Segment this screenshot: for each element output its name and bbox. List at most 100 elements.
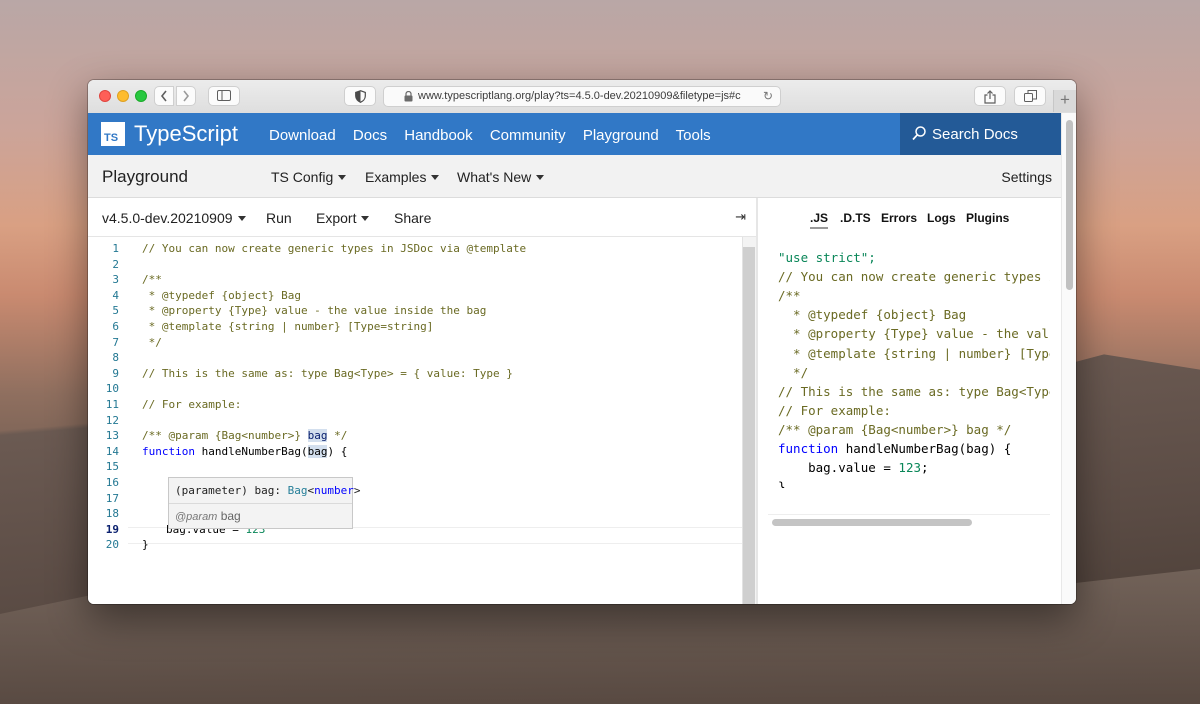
- tooltip-sig-arg: number: [314, 484, 354, 497]
- tooltip-sig-prefix: (parameter) bag:: [175, 484, 288, 497]
- examples-label: Examples: [365, 169, 427, 185]
- line-text: // For example:: [142, 397, 241, 413]
- output-line: // For example:: [778, 402, 891, 418]
- tab-js[interactable]: .JS: [810, 211, 829, 229]
- whats-new-menu[interactable]: What's New: [457, 169, 545, 185]
- tab-dts[interactable]: .D.TS: [840, 211, 871, 225]
- back-button[interactable]: [154, 86, 174, 106]
- js-output: "use strict"; // You can now create gener…: [778, 248, 1050, 488]
- forward-button[interactable]: [176, 86, 196, 106]
- keyword-token: function: [778, 441, 839, 456]
- export-menu[interactable]: Export: [316, 210, 370, 226]
- minimize-window-button[interactable]: [117, 90, 129, 102]
- nav-docs[interactable]: Docs: [353, 127, 387, 144]
- code-text: /** @param {Bag<number>}: [142, 429, 308, 443]
- output-line: }: [778, 479, 786, 488]
- search-docs-button[interactable]: Search Docs: [900, 113, 1062, 155]
- share-playground-button[interactable]: Share: [394, 210, 431, 226]
- line-text: * @property {Type} value - the value ins…: [142, 303, 487, 319]
- code-line: 15: [88, 459, 728, 475]
- line-number: 8: [112, 351, 119, 365]
- code-text: // This is the same as: type Bag<Type> =…: [142, 366, 513, 380]
- search-icon: [912, 126, 926, 141]
- reload-icon[interactable]: ↻: [763, 89, 773, 103]
- editor-toolbar: v4.5.0-dev.20210909 Run Export Share ⇥: [88, 198, 756, 237]
- typescript-logo-icon[interactable]: TS: [101, 122, 125, 146]
- browser-toolbar: www.typescriptlang.org/play?ts=4.5.0-dev…: [88, 80, 1076, 114]
- output-scroll-divider: [768, 514, 1050, 515]
- tooltip-separator: [169, 503, 352, 504]
- output-line: "use strict";: [778, 250, 876, 265]
- whats-new-label: What's New: [457, 169, 532, 185]
- collapse-panel-icon[interactable]: ⇥: [735, 209, 746, 225]
- export-label: Export: [316, 210, 357, 226]
- code-line: 9 // This is the same as: type Bag<Type> …: [88, 366, 728, 382]
- chevron-down-icon: [431, 175, 440, 180]
- line-number: 7: [112, 335, 119, 349]
- tab-logs[interactable]: Logs: [927, 211, 956, 225]
- nav-community[interactable]: Community: [490, 127, 566, 144]
- privacy-report-button[interactable]: [344, 86, 376, 106]
- output-line: * @template {string | number} [Type=: [778, 345, 1050, 361]
- chevron-left-icon: [160, 90, 167, 102]
- param-token: bag: [307, 444, 328, 458]
- run-button[interactable]: Run: [266, 210, 292, 226]
- nav-playground[interactable]: Playground: [583, 127, 659, 144]
- site-nav: Download Docs Handbook Community Playgro…: [269, 127, 724, 144]
- output-line: * @typedef {object} Bag: [778, 307, 967, 323]
- keyword-token: function: [142, 444, 195, 458]
- code-text: }: [142, 538, 149, 552]
- zoom-window-button[interactable]: [135, 90, 147, 102]
- output-line: bag.value = 123;: [778, 458, 928, 477]
- pane-divider[interactable]: [756, 198, 758, 604]
- share-button[interactable]: [974, 86, 1006, 106]
- tab-errors[interactable]: Errors: [881, 211, 917, 225]
- lock-icon: [404, 91, 413, 102]
- brace-token: ) {: [327, 444, 348, 458]
- site-name[interactable]: TypeScript: [134, 121, 238, 147]
- code-line: 3 /**: [88, 272, 728, 288]
- code-text: * @template {string | number} [Type=stri…: [142, 320, 434, 333]
- line-number: 12: [105, 413, 119, 427]
- number-token: 123: [898, 460, 921, 476]
- ts-config-label: TS Config: [271, 169, 334, 185]
- nav-download[interactable]: Download: [269, 127, 336, 144]
- nav-handbook[interactable]: Handbook: [404, 127, 472, 144]
- sidebar-toggle-button[interactable]: [208, 86, 240, 106]
- tab-overview-button[interactable]: [1014, 86, 1046, 106]
- tab-plugins[interactable]: Plugins: [966, 211, 1009, 225]
- url-text: www.typescriptlang.org/play?ts=4.5.0-dev…: [418, 90, 741, 102]
- output-line: /** @param {Bag<number>} bag */: [778, 421, 1012, 437]
- playground-bar: Playground TS Config Examples What's New…: [88, 155, 1062, 198]
- new-tab-button[interactable]: +: [1053, 90, 1076, 112]
- output-horizontal-scrollbar[interactable]: [772, 519, 972, 526]
- address-bar[interactable]: www.typescriptlang.org/play?ts=4.5.0-dev…: [383, 86, 781, 107]
- page-scrollbar-thumb[interactable]: [1066, 120, 1073, 290]
- line-text: // You can now create generic types in J…: [142, 241, 526, 257]
- tooltip-doc-name: bag: [220, 509, 241, 523]
- version-select[interactable]: v4.5.0-dev.20210909: [102, 210, 246, 226]
- line-number: 11: [105, 398, 119, 411]
- code-text: // You can now create generic types in J…: [142, 242, 527, 255]
- code-text: /**: [142, 273, 162, 287]
- output-line: // This is the same as: type Bag<Type>: [778, 383, 1050, 399]
- browser-window: www.typescriptlang.org/play?ts=4.5.0-dev…: [88, 80, 1076, 604]
- code-line: 6 * @template {string | number} [Type=st…: [88, 319, 728, 335]
- code-text: * @property {Type} value - the value ins…: [142, 304, 487, 318]
- chevron-down-icon: [361, 216, 370, 221]
- settings-link[interactable]: Settings: [1001, 169, 1052, 185]
- function-name-token: handleNumberBag(: [194, 444, 308, 458]
- line-text: }: [142, 537, 149, 553]
- function-signature-token: handleNumberBag(bag) {: [838, 441, 1012, 456]
- version-label: v4.5.0-dev.20210909: [102, 210, 233, 226]
- line-text: * @typedef {object} Bag: [142, 288, 301, 304]
- code-line: 14 function handleNumberBag(bag) {: [88, 444, 728, 460]
- examples-menu[interactable]: Examples: [365, 169, 440, 185]
- nav-tools[interactable]: Tools: [676, 127, 711, 144]
- editor-scrollbar-thumb[interactable]: [743, 247, 755, 604]
- chevron-right-icon: [183, 90, 190, 102]
- close-window-button[interactable]: [99, 90, 111, 102]
- code-editor[interactable]: 1 // You can now create generic types in …: [88, 237, 742, 604]
- line-text: // This is the same as: type Bag<Type> =…: [142, 366, 513, 382]
- ts-config-menu[interactable]: TS Config: [271, 169, 347, 185]
